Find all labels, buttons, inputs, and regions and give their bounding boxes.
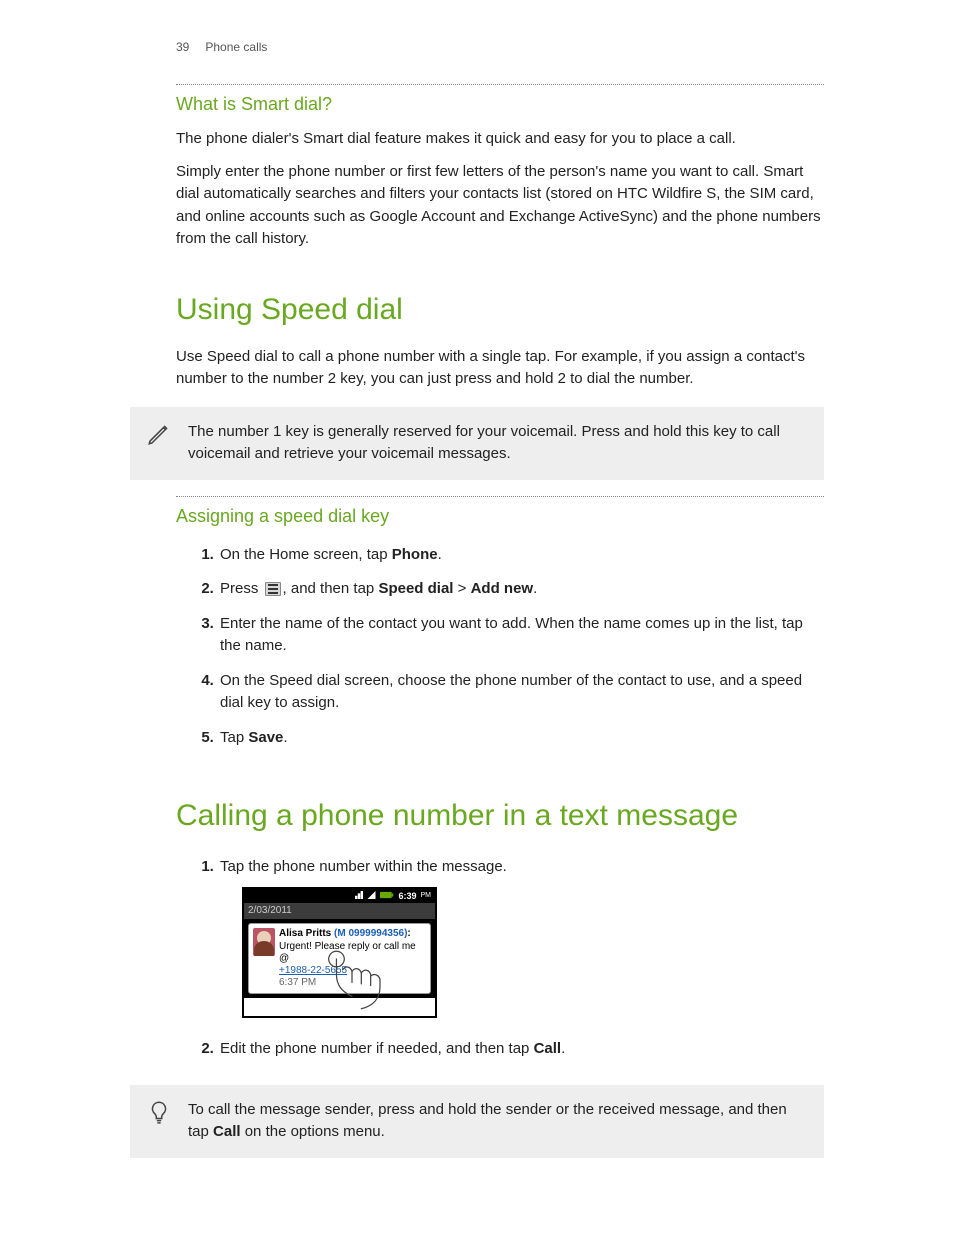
lightbulb-icon bbox=[144, 1099, 174, 1125]
ui-label: Call bbox=[213, 1123, 241, 1140]
status-ampm: PM bbox=[421, 892, 432, 900]
body-text: The phone dialer's Smart dial feature ma… bbox=[176, 128, 824, 151]
step-item: Edit the phone number if needed, and the… bbox=[218, 1034, 824, 1069]
page-header: 39 Phone calls bbox=[176, 38, 824, 56]
step-item: Press , and then tap Speed dial > Add ne… bbox=[218, 574, 824, 609]
ui-label: Phone bbox=[392, 546, 438, 563]
heading-smart-dial: What is Smart dial? bbox=[176, 91, 824, 118]
body-text: Use Speed dial to call a phone number wi… bbox=[176, 346, 824, 391]
step-text: Press bbox=[220, 580, 263, 597]
ui-label: Speed dial bbox=[378, 580, 453, 597]
pencil-icon bbox=[144, 421, 174, 447]
note-voicemail: The number 1 key is generally reserved f… bbox=[130, 407, 824, 480]
ui-label: Call bbox=[534, 1040, 562, 1057]
tip-call-sender: To call the message sender, press and ho… bbox=[130, 1085, 824, 1158]
page-number: 39 bbox=[176, 38, 189, 56]
step-text: > bbox=[453, 580, 470, 597]
step-item: Enter the name of the contact you want t… bbox=[218, 609, 824, 666]
heading-speed-dial: Using Speed dial bbox=[176, 287, 824, 332]
step-text: On the Home screen, tap bbox=[220, 546, 392, 563]
network-icon bbox=[355, 891, 363, 902]
step-text: Edit the phone number if needed, and the… bbox=[220, 1040, 534, 1057]
step-item: Tap Save. bbox=[218, 723, 824, 758]
section-call-text: Calling a phone number in a text message… bbox=[176, 793, 824, 1069]
battery-icon bbox=[380, 891, 394, 902]
step-item: Tap the phone number within the message. bbox=[218, 852, 824, 1034]
heading-call-text: Calling a phone number in a text message bbox=[176, 793, 824, 838]
step-text: . bbox=[283, 729, 287, 746]
tip-fragment: on the options menu. bbox=[241, 1123, 385, 1140]
body-text: Simply enter the phone number or first f… bbox=[176, 161, 824, 251]
step-text: Tap the phone number within the message. bbox=[220, 856, 824, 879]
step-text: . bbox=[561, 1040, 565, 1057]
step-text: . bbox=[438, 546, 442, 563]
status-time: 6:39 bbox=[398, 891, 416, 902]
menu-icon bbox=[265, 582, 281, 596]
ui-label: Add new bbox=[471, 580, 534, 597]
tip-text: To call the message sender, press and ho… bbox=[188, 1099, 810, 1144]
section-speed-dial: Using Speed dial Use Speed dial to call … bbox=[176, 287, 824, 391]
phone-screenshot: 6:39 PM 2/03/2011 Alisa Pritts (M 099999… bbox=[242, 887, 442, 1019]
section-smart-dial: What is Smart dial? The phone dialer's S… bbox=[176, 84, 824, 251]
contact-avatar bbox=[253, 928, 275, 956]
steps-list: On the Home screen, tap Phone. Press , a… bbox=[198, 540, 824, 758]
heading-assign-key: Assigning a speed dial key bbox=[176, 503, 824, 530]
sender-name: Alisa Pritts bbox=[279, 928, 331, 939]
step-text: Tap bbox=[220, 729, 248, 746]
step-item: On the Speed dial screen, choose the pho… bbox=[218, 666, 824, 723]
sender-number: (M 0999994356) bbox=[334, 928, 407, 939]
divider bbox=[176, 84, 824, 85]
section-assign-key: Assigning a speed dial key On the Home s… bbox=[176, 496, 824, 758]
step-text: . bbox=[533, 580, 537, 597]
message-time: 6:37 PM bbox=[279, 977, 426, 989]
message-bubble: Alisa Pritts (M 0999994356): Urgent! Ple… bbox=[248, 923, 431, 994]
ui-label: Save bbox=[248, 729, 283, 746]
manual-page: 39 Phone calls What is Smart dial? The p… bbox=[0, 0, 954, 1235]
message-body: Urgent! Please reply or call me @ bbox=[279, 941, 426, 965]
step-text: , and then tap bbox=[283, 580, 379, 597]
phone-datebar: 2/03/2011 bbox=[244, 903, 435, 919]
steps-list: Tap the phone number within the message. bbox=[198, 852, 824, 1069]
step-item: On the Home screen, tap Phone. bbox=[218, 540, 824, 575]
message-sender: Alisa Pritts (M 0999994356): bbox=[279, 928, 426, 940]
note-text: The number 1 key is generally reserved f… bbox=[188, 421, 810, 466]
phone-statusbar: 6:39 PM bbox=[244, 889, 435, 904]
phone-link[interactable]: +1988-22-5655 bbox=[279, 965, 347, 976]
signal-icon bbox=[367, 891, 376, 902]
divider bbox=[176, 496, 824, 497]
section-title: Phone calls bbox=[205, 38, 267, 56]
